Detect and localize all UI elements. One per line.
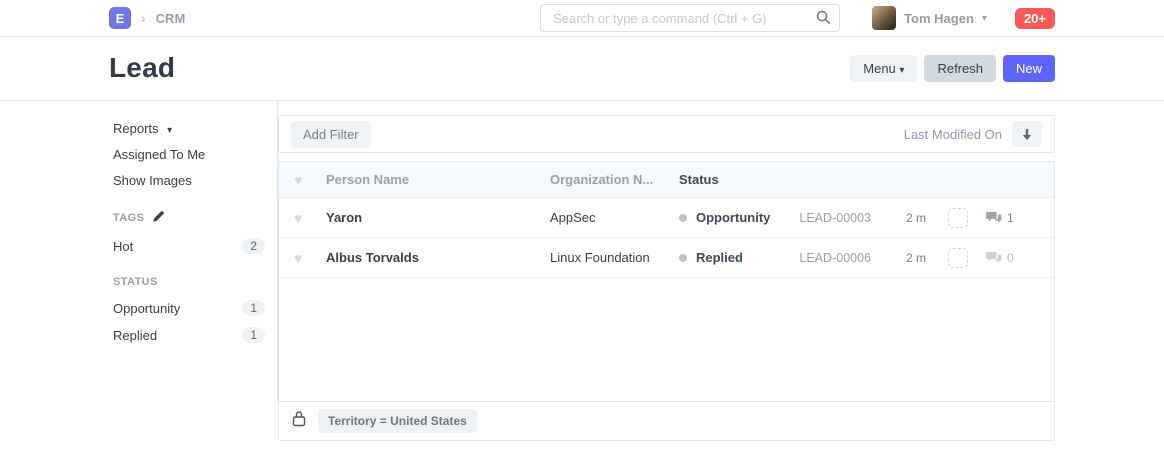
- permission-filter-chip: Territory = United States: [318, 409, 477, 433]
- menu-button[interactable]: Menu ▾: [850, 55, 917, 82]
- reports-label: Reports: [113, 121, 159, 136]
- page-title: Lead: [109, 52, 175, 84]
- user-menu[interactable]: Tom Hagen ▾: [872, 6, 987, 30]
- assign-placeholder[interactable]: [948, 208, 968, 228]
- sort-direction-button[interactable]: [1012, 121, 1042, 147]
- sidebar-item-show-images[interactable]: Show Images: [113, 173, 265, 188]
- notifications-badge[interactable]: 20+: [1015, 8, 1055, 29]
- heart-icon: ♥: [294, 210, 302, 226]
- tags-section-title: TAGS: [113, 210, 265, 226]
- tag-label: Hot: [113, 239, 133, 254]
- status-text: Replied: [696, 250, 743, 265]
- status-title-label: STATUS: [113, 276, 158, 288]
- search-icon: [816, 10, 831, 30]
- chevron-right-icon: ›: [141, 10, 146, 26]
- status-count-badge: 1: [242, 327, 265, 343]
- status-label: Opportunity: [113, 301, 180, 316]
- like-column-header[interactable]: ♥: [279, 172, 326, 188]
- chevron-down-icon: ▾: [899, 65, 904, 76]
- status-cell: Opportunity: [679, 210, 776, 225]
- comment-indicator: 0: [986, 251, 1026, 265]
- column-header-status[interactable]: Status: [679, 172, 1054, 187]
- arrow-down-icon: [1021, 128, 1033, 141]
- list-header-row: ♥ Person Name Organization N... Status: [279, 162, 1054, 198]
- person-name-link[interactable]: Yaron: [326, 210, 550, 225]
- organization-cell: AppSec: [550, 210, 679, 225]
- column-header-organization[interactable]: Organization N...: [550, 172, 679, 187]
- sidebar-item-assigned-to-me[interactable]: Assigned To Me: [113, 147, 265, 162]
- show-images-label: Show Images: [113, 173, 192, 188]
- edit-pencil-icon[interactable]: [152, 210, 165, 226]
- status-dot-icon: [679, 214, 687, 222]
- status-count-badge: 1: [242, 300, 265, 316]
- person-name-link[interactable]: Albus Torvalds: [326, 250, 550, 265]
- status-cell: Replied: [679, 250, 776, 265]
- list-empty-area: [279, 278, 1054, 401]
- app-logo[interactable]: E: [109, 7, 131, 29]
- assign-placeholder[interactable]: [948, 248, 968, 268]
- sidebar-tag-hot[interactable]: Hot 2: [113, 238, 265, 254]
- comment-indicator: 1: [986, 211, 1026, 225]
- tag-count-badge: 2: [242, 238, 265, 254]
- user-avatar: [872, 6, 896, 30]
- heart-icon: ♥: [294, 172, 302, 188]
- lead-id: LEAD-00003: [776, 211, 871, 225]
- status-section-title: STATUS: [113, 276, 265, 288]
- list-sidebar: Reports ▾ Assigned To Me Show Images TAG…: [109, 101, 278, 401]
- organization-cell: Linux Foundation: [550, 250, 679, 265]
- status-dot-icon: [679, 254, 687, 262]
- chevron-down-icon: ▾: [982, 13, 987, 24]
- menu-button-label: Menu: [863, 61, 896, 76]
- lead-row-yaron[interactable]: ♥ Yaron AppSec Opportunity LEAD-00003 2 …: [279, 198, 1054, 238]
- lead-id: LEAD-00006: [776, 251, 871, 265]
- comment-count: 1: [1007, 211, 1014, 225]
- sidebar-item-reports[interactable]: Reports ▾: [113, 121, 265, 136]
- lead-list: ♥ Person Name Organization N... Status ♥…: [278, 161, 1055, 441]
- filter-section: Add Filter Last Modified On: [278, 115, 1055, 153]
- tags-title-label: TAGS: [113, 212, 144, 224]
- modified-timestamp: 2 m: [871, 211, 926, 225]
- status-label: Replied: [113, 328, 157, 343]
- navbar: E › CRM Tom Hagen ▾ 20+: [0, 0, 1164, 37]
- lead-row-albus-torvalds[interactable]: ♥ Albus Torvalds Linux Foundation Replie…: [279, 238, 1054, 278]
- list-area: Add Filter Last Modified On ♥ Person Nam…: [278, 101, 1055, 441]
- comment-icon: [986, 251, 1002, 265]
- sidebar-status-opportunity[interactable]: Opportunity 1: [113, 300, 265, 316]
- app-breadcrumb: E › CRM: [109, 7, 185, 29]
- new-button[interactable]: New: [1003, 55, 1055, 82]
- user-name: Tom Hagen: [904, 11, 974, 26]
- like-cell[interactable]: ♥: [279, 250, 326, 266]
- page-head: Lead Menu ▾ Refresh New: [0, 37, 1164, 101]
- chevron-down-icon: ▾: [167, 125, 172, 136]
- status-text: Opportunity: [696, 210, 770, 225]
- sidebar-status-replied[interactable]: Replied 1: [113, 327, 265, 343]
- breadcrumb[interactable]: CRM: [156, 11, 186, 26]
- lock-icon: [292, 410, 306, 432]
- modified-timestamp: 2 m: [871, 251, 926, 265]
- comment-icon: [986, 211, 1002, 225]
- search-input[interactable]: [540, 4, 840, 32]
- comment-count: 0: [1007, 251, 1014, 265]
- sort-by-label[interactable]: Last Modified On: [904, 127, 1002, 142]
- assigned-to-me-label: Assigned To Me: [113, 147, 205, 162]
- heart-icon: ♥: [294, 250, 302, 266]
- like-cell[interactable]: ♥: [279, 210, 326, 226]
- refresh-button[interactable]: Refresh: [924, 55, 996, 82]
- add-filter-button[interactable]: Add Filter: [291, 121, 371, 148]
- global-search: [540, 4, 840, 32]
- column-header-person-name[interactable]: Person Name: [326, 172, 550, 187]
- list-footer: Territory = United States: [279, 401, 1054, 440]
